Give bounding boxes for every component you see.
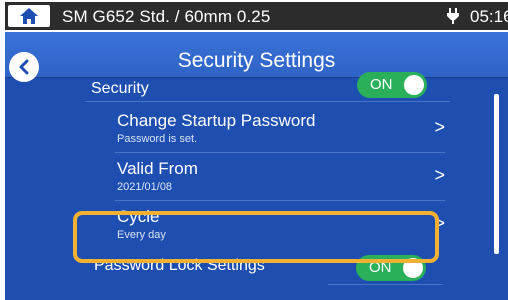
- password-lock-toggle[interactable]: ON: [356, 255, 426, 281]
- toggle-knob: [403, 258, 423, 278]
- item-label: Cycle: [117, 207, 160, 226]
- divider: [328, 284, 443, 285]
- item-label: Valid From: [117, 159, 198, 178]
- chevron-right-icon: >: [434, 213, 445, 233]
- password-lock-row: Password Lock Settings ON: [85, 245, 443, 289]
- toggle-text: ON: [369, 259, 392, 276]
- change-startup-password-item[interactable]: Change Startup Password Password is set.…: [115, 105, 445, 153]
- valid-from-item[interactable]: Valid From 2021/01/08 >: [115, 153, 445, 201]
- toggle-knob: [404, 75, 424, 95]
- power-plug-icon: [447, 8, 459, 24]
- status-bar: SM G652 Std. / 60mm 0.25 05:16: [5, 2, 508, 30]
- password-lock-label: Password Lock Settings: [94, 257, 265, 274]
- settings-list: Security ON Change Startup Password Pass…: [5, 72, 508, 300]
- cycle-item[interactable]: Cycle Every day >: [115, 201, 445, 249]
- profile-title: SM G652 Std. / 60mm 0.25: [62, 7, 271, 26]
- header: Security Settings: [5, 32, 508, 82]
- chevron-right-icon: >: [434, 165, 445, 185]
- security-row: Security ON: [85, 72, 450, 102]
- scrollbar[interactable]: [494, 94, 499, 254]
- chevron-right-icon: >: [434, 117, 445, 137]
- chevron-left-icon: [19, 59, 29, 75]
- toggle-text: ON: [370, 76, 393, 93]
- clock: 05:16: [470, 7, 508, 26]
- home-icon: [20, 8, 38, 24]
- item-subtext: Every day: [117, 229, 166, 241]
- item-subtext: Password is set.: [117, 133, 198, 145]
- item-label: Change Startup Password: [117, 111, 316, 130]
- security-toggle[interactable]: ON: [357, 72, 427, 98]
- security-label: Security: [91, 80, 149, 97]
- back-button[interactable]: [9, 52, 39, 82]
- page-title: Security Settings: [177, 49, 336, 72]
- home-button[interactable]: [8, 5, 50, 27]
- item-subtext: 2021/01/08: [117, 181, 173, 193]
- security-settings-screen: Security Settings Security ON Change Sta…: [5, 32, 508, 300]
